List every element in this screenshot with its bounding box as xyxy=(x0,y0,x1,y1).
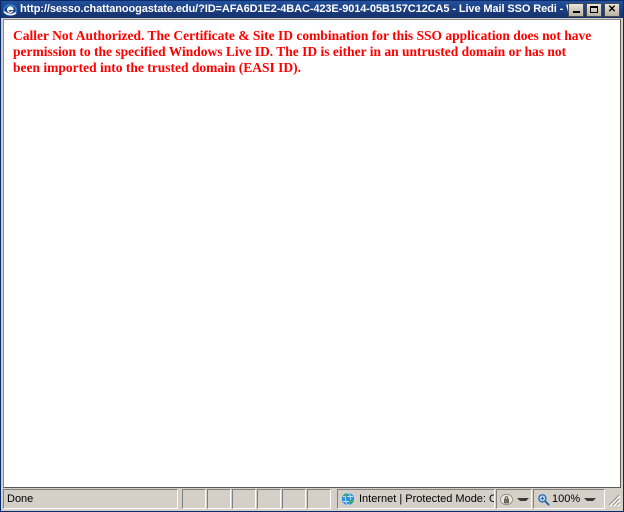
minimize-button[interactable] xyxy=(568,2,584,17)
browser-window: http://sesso.chattanoogastate.edu/?ID=AF… xyxy=(0,0,624,512)
status-text: Done xyxy=(7,493,34,505)
window-controls: ✕ xyxy=(568,2,622,17)
close-icon: ✕ xyxy=(607,3,617,15)
resize-grip-icon[interactable] xyxy=(605,489,621,509)
status-slot-3 xyxy=(232,489,256,509)
status-slot-6 xyxy=(307,489,331,509)
status-text-panel: Done xyxy=(3,489,178,509)
internet-explorer-icon xyxy=(3,3,17,17)
page-content-area: Caller Not Authorized. The Certificate &… xyxy=(3,19,621,488)
maximize-icon xyxy=(590,6,598,13)
status-slot-5 xyxy=(282,489,306,509)
title-bar[interactable]: http://sesso.chattanoogastate.edu/?ID=AF… xyxy=(1,1,623,18)
status-slot-1 xyxy=(182,489,206,509)
privacy-lock-icon xyxy=(499,493,513,506)
globe-icon xyxy=(341,492,355,506)
security-zone-text: Internet | Protected Mode: Off xyxy=(359,493,495,505)
status-bar: Done Internet | Protected Mode: Off 100% xyxy=(3,489,621,509)
status-slot-2 xyxy=(207,489,231,509)
zoom-control[interactable]: 100% xyxy=(533,489,605,509)
minimize-icon xyxy=(572,11,580,13)
chevron-down-icon xyxy=(516,497,529,501)
magnifier-icon xyxy=(537,493,550,506)
error-message: Caller Not Authorized. The Certificate &… xyxy=(13,28,592,75)
document-body: Caller Not Authorized. The Certificate &… xyxy=(4,20,620,76)
window-title: http://sesso.chattanoogastate.edu/?ID=AF… xyxy=(20,3,568,15)
privacy-report-button[interactable] xyxy=(496,489,532,509)
maximize-button[interactable] xyxy=(586,2,602,17)
zoom-level-label: 100% xyxy=(552,493,581,505)
security-zone-panel[interactable]: Internet | Protected Mode: Off xyxy=(337,489,495,509)
status-slot-4 xyxy=(257,489,281,509)
close-button[interactable]: ✕ xyxy=(604,2,620,17)
chevron-down-icon xyxy=(584,497,597,501)
